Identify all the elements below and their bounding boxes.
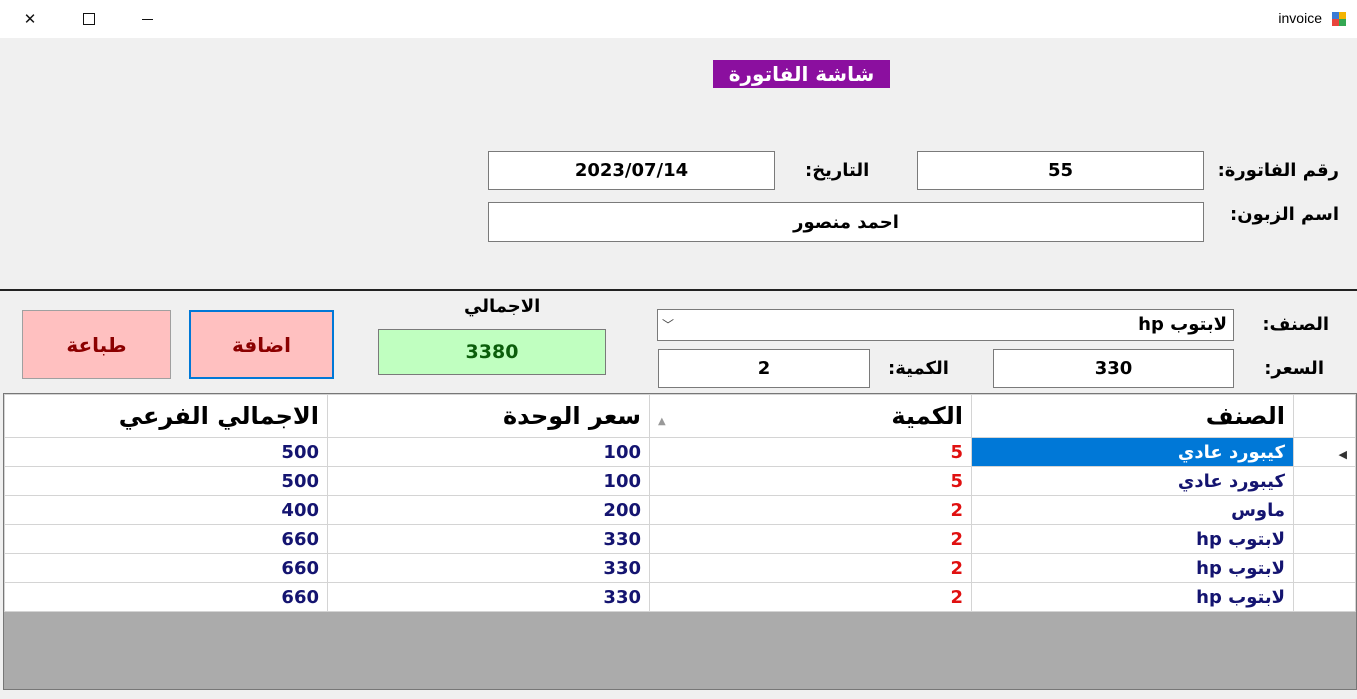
- col-header-item[interactable]: الصنف: [971, 394, 1294, 438]
- cell-subtotal[interactable]: 500: [4, 466, 328, 496]
- cell-qty[interactable]: 2: [649, 524, 972, 554]
- item-combobox[interactable]: لابتوب hp ﹀: [657, 309, 1234, 341]
- chevron-down-icon[interactable]: ﹀: [662, 316, 674, 333]
- close-icon[interactable]: ✕: [7, 0, 53, 38]
- qty-field[interactable]: 2: [658, 349, 870, 388]
- cell-item[interactable]: لابتوب hp: [971, 582, 1294, 612]
- row-header-corner: [1293, 394, 1356, 438]
- invoice-no-label: رقم الفاتورة:: [1217, 160, 1339, 181]
- row-header[interactable]: [1293, 466, 1356, 496]
- row-header[interactable]: [1293, 495, 1356, 525]
- table-row[interactable]: 500 100 5 كيبورد عادي ◀: [4, 437, 1356, 467]
- window-title: invoice: [1278, 10, 1322, 26]
- current-row-icon: ◀: [1338, 447, 1347, 461]
- date-label: التاريخ:: [805, 160, 870, 181]
- cell-item[interactable]: لابتوب hp: [971, 524, 1294, 554]
- item-selected-value: لابتوب hp: [1138, 314, 1227, 335]
- row-header[interactable]: ◀: [1293, 437, 1356, 467]
- table-row[interactable]: 500 100 5 كيبورد عادي: [4, 466, 1356, 496]
- cell-qty[interactable]: 5: [649, 466, 972, 496]
- price-field[interactable]: 330: [993, 349, 1234, 388]
- cell-item[interactable]: لابتوب hp: [971, 553, 1294, 583]
- add-button[interactable]: اضافة: [189, 310, 334, 379]
- qty-label: الكمية:: [888, 358, 949, 379]
- customer-label: اسم الزبون:: [1230, 204, 1339, 225]
- total-label: الاجمالي: [464, 296, 541, 317]
- cell-subtotal[interactable]: 500: [4, 437, 328, 467]
- table-row[interactable]: 660 330 2 لابتوب hp: [4, 524, 1356, 554]
- price-label: السعر:: [1264, 358, 1324, 379]
- cell-unit-price[interactable]: 100: [327, 466, 650, 496]
- row-header[interactable]: [1293, 582, 1356, 612]
- table-row[interactable]: 660 330 2 لابتوب hp: [4, 553, 1356, 583]
- print-button[interactable]: طباعة: [22, 310, 171, 379]
- item-label: الصنف:: [1262, 314, 1329, 335]
- grid-header-row: الاجمالي الفرعي سعر الوحدة ▲ الكمية الصنف: [4, 394, 1356, 438]
- row-header[interactable]: [1293, 553, 1356, 583]
- cell-subtotal[interactable]: 400: [4, 495, 328, 525]
- app-icon: [1332, 12, 1346, 26]
- cell-unit-price[interactable]: 200: [327, 495, 650, 525]
- minimize-icon[interactable]: [124, 0, 170, 38]
- invoice-no-field[interactable]: 55: [917, 151, 1204, 190]
- cell-qty[interactable]: 2: [649, 582, 972, 612]
- section-divider: [0, 289, 1357, 291]
- cell-qty[interactable]: 2: [649, 553, 972, 583]
- cell-qty[interactable]: 5: [649, 437, 972, 467]
- form-heading: شاشة الفاتورة: [713, 60, 890, 88]
- cell-item[interactable]: كيبورد عادي: [971, 437, 1294, 467]
- sort-asc-icon: ▲: [658, 416, 666, 427]
- cell-item[interactable]: ماوس: [971, 495, 1294, 525]
- cell-subtotal[interactable]: 660: [4, 553, 328, 583]
- cell-unit-price[interactable]: 330: [327, 553, 650, 583]
- invoice-table: الاجمالي الفرعي سعر الوحدة ▲ الكمية الصنف…: [4, 394, 1356, 612]
- table-row[interactable]: 660 330 2 لابتوب hp: [4, 582, 1356, 612]
- total-value: 3380: [378, 329, 606, 375]
- cell-qty[interactable]: 2: [649, 495, 972, 525]
- col-header-unit-price[interactable]: سعر الوحدة: [327, 394, 650, 438]
- cell-subtotal[interactable]: 660: [4, 524, 328, 554]
- cell-unit-price[interactable]: 330: [327, 524, 650, 554]
- col-header-subtotal[interactable]: الاجمالي الفرعي: [4, 394, 328, 438]
- date-field[interactable]: 2023/07/14: [488, 151, 775, 190]
- table-row[interactable]: 400 200 2 ماوس: [4, 495, 1356, 525]
- cell-subtotal[interactable]: 660: [4, 582, 328, 612]
- maximize-icon[interactable]: [66, 0, 112, 38]
- customer-field[interactable]: احمد منصور: [488, 202, 1204, 242]
- cell-unit-price[interactable]: 100: [327, 437, 650, 467]
- title-bar: ✕ invoice: [0, 0, 1357, 38]
- cell-item[interactable]: كيبورد عادي: [971, 466, 1294, 496]
- row-header[interactable]: [1293, 524, 1356, 554]
- col-header-qty[interactable]: ▲ الكمية: [649, 394, 972, 438]
- invoice-grid[interactable]: الاجمالي الفرعي سعر الوحدة ▲ الكمية الصنف…: [3, 393, 1357, 690]
- cell-unit-price[interactable]: 330: [327, 582, 650, 612]
